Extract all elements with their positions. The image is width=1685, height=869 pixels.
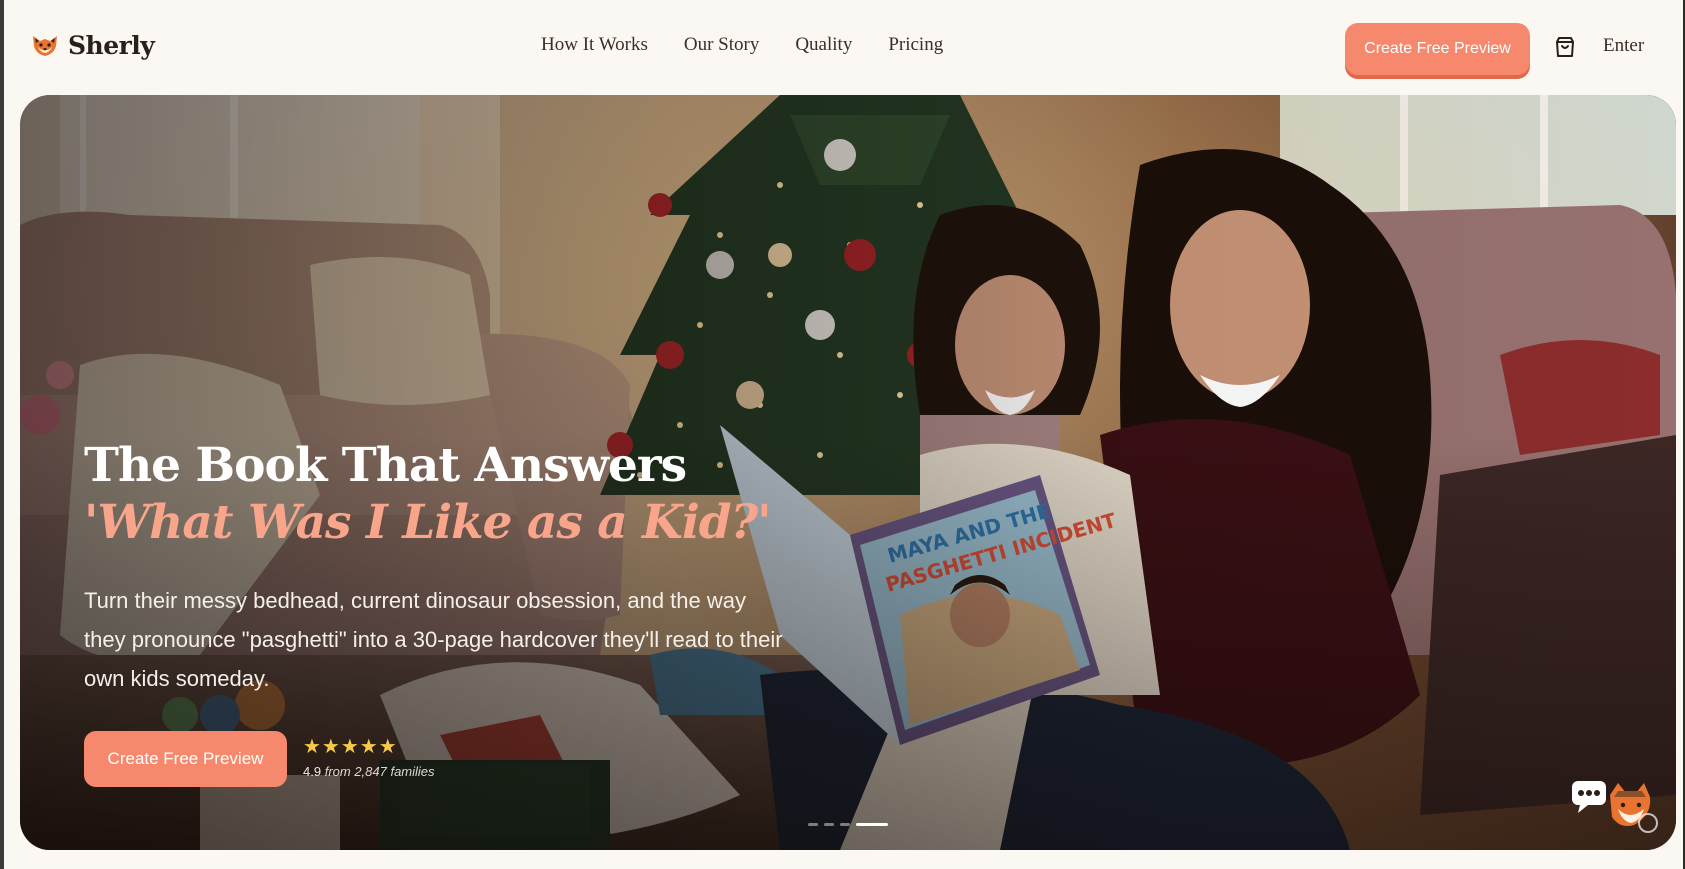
fox-icon: [33, 36, 57, 56]
nav-item-quality[interactable]: Quality: [795, 34, 852, 56]
nav-item-how-it-works[interactable]: How It Works: [541, 34, 648, 56]
window-edge-left: [0, 0, 4, 869]
hero-title-accent: 'What Was I Like as a Kid?': [84, 495, 772, 550]
main-nav: How It Works Our Story Quality Pricing: [541, 34, 943, 56]
hero-subtitle: Turn their messy bedhead, current dinosa…: [84, 588, 783, 691]
rating-note: from 2,847 families: [324, 764, 435, 779]
carousel-dot-1[interactable]: [808, 823, 818, 826]
carousel-dot-3[interactable]: [840, 823, 850, 826]
hero-title: The Book That Answers: [84, 438, 687, 493]
hero-section: MAYA AND THE PASGHETTI INCIDENT The Book…: [20, 95, 1676, 850]
enter-link[interactable]: Enter: [1603, 35, 1644, 57]
hero-create-preview-button[interactable]: Create Free Preview: [84, 731, 287, 787]
header-create-preview-button[interactable]: Create Free Preview: [1345, 23, 1530, 75]
carousel-dots: [808, 823, 888, 826]
site-header: Sherly How It Works Our Story Quality Pr…: [4, 0, 1683, 94]
chat-widget-button[interactable]: [1570, 775, 1660, 835]
brand-name: Sherly: [68, 30, 155, 60]
nav-item-pricing[interactable]: Pricing: [888, 34, 943, 56]
logo-link[interactable]: Sherly: [30, 30, 155, 60]
rating-summary: 4.9 from 2,847 families: [303, 764, 435, 779]
chat-bubble-fox-icon: [1572, 781, 1658, 833]
shopping-bag-icon: [1556, 37, 1574, 57]
rating-block: ★★★★★ 4.9 from 2,847 families: [303, 737, 435, 779]
star-rating: ★★★★★: [303, 736, 398, 758]
carousel-dot-2[interactable]: [824, 823, 834, 826]
cart-button[interactable]: [1552, 34, 1578, 60]
carousel-dot-4[interactable]: [856, 823, 888, 826]
nav-item-our-story[interactable]: Our Story: [684, 34, 759, 56]
rating-score: 4.9: [303, 764, 322, 779]
